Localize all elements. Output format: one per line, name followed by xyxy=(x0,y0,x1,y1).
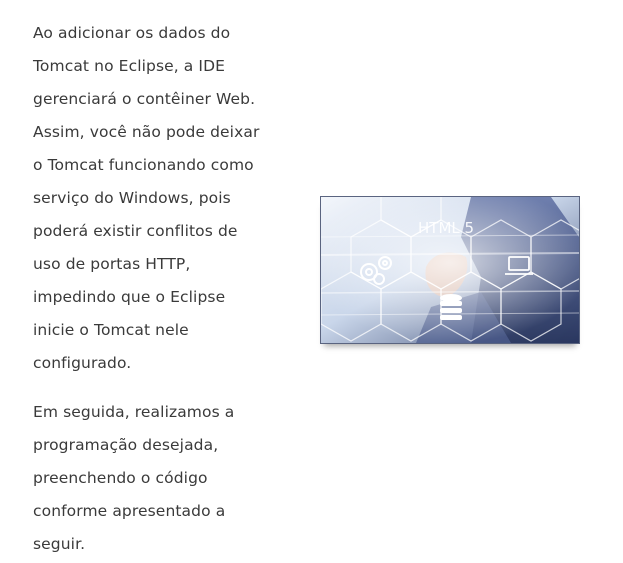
text-line: uso de portas HTTP, xyxy=(33,255,191,273)
text-line: Tomcat no Eclipse, a IDE xyxy=(33,57,226,75)
article-text: Ao adicionar os dados do Tomcat no Eclip… xyxy=(33,17,273,561)
html5-label: HTML 5 xyxy=(418,219,474,237)
text-line: seguir. xyxy=(33,535,86,553)
text-line: serviço do Windows, pois xyxy=(33,189,231,207)
html5-illustration: HTML 5 xyxy=(320,196,580,344)
text-line: configurado. xyxy=(33,354,132,372)
text-line: poderá existir conflitos de xyxy=(33,222,238,240)
text-line: o Tomcat funcionando como xyxy=(33,156,254,174)
text-line: conforme apresentado a xyxy=(33,502,226,520)
text-line: preenchendo o código xyxy=(33,469,208,487)
text-line: programação desejada, xyxy=(33,436,219,454)
text-line: Assim, você não pode deixar xyxy=(33,123,260,141)
text-line: inicie o Tomcat nele xyxy=(33,321,189,339)
text-line: Em seguida, realizamos a xyxy=(33,403,235,421)
text-line: Ao adicionar os dados do xyxy=(33,24,231,42)
text-line: impedindo que o Eclipse xyxy=(33,288,226,306)
text-line: gerenciará o contêiner Web. xyxy=(33,90,256,108)
paragraph-2: Em seguida, realizamos a programação des… xyxy=(33,396,273,561)
html5-illustration-svg: HTML 5 xyxy=(321,197,579,343)
paragraph-1: Ao adicionar os dados do Tomcat no Eclip… xyxy=(33,17,273,380)
